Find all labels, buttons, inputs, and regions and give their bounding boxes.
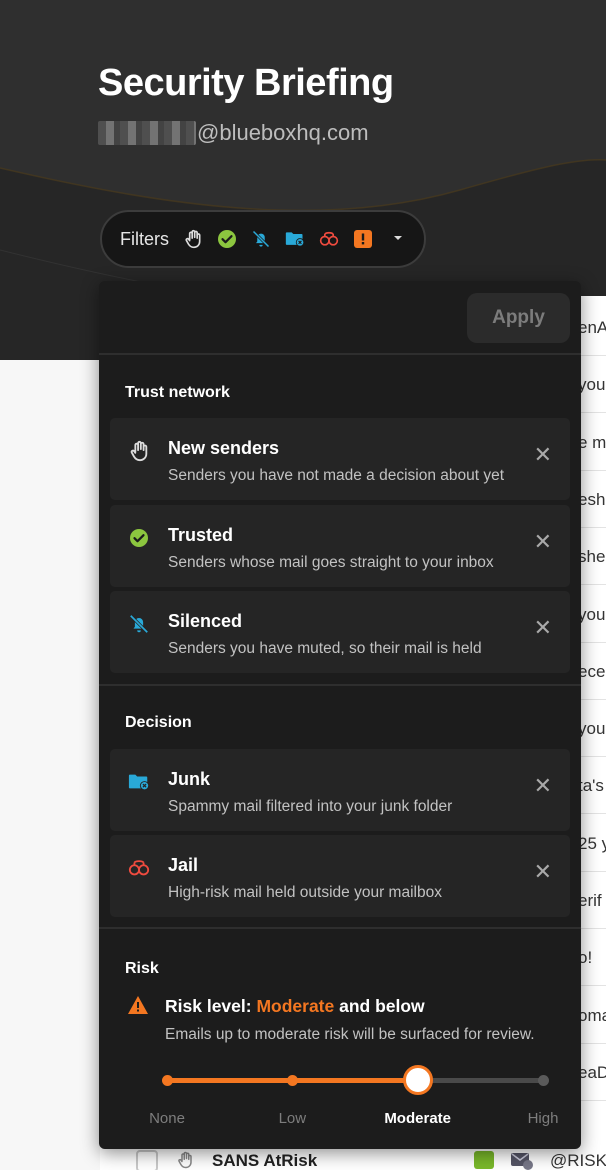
filter-item-title: Jail xyxy=(168,855,199,875)
risk-level-description: Emails up to moderate risk will be surfa… xyxy=(165,1026,535,1043)
row-divider xyxy=(578,985,606,986)
filter-item-trusted[interactable]: Trusted Senders whose mail goes straight… xyxy=(110,505,570,587)
email-domain: @blueboxhq.com xyxy=(197,120,369,145)
filter-item-title: Trusted xyxy=(168,525,234,545)
row-divider xyxy=(578,813,606,814)
list-item-snippet: ece xyxy=(578,662,606,681)
list-item-snippet: you xyxy=(578,375,606,394)
slider-label-none: None xyxy=(149,1110,185,1127)
risk-level-prefix: Risk level: xyxy=(165,996,257,1016)
row-divider xyxy=(578,871,606,872)
folder-x-icon xyxy=(285,229,305,249)
slider-stop-low[interactable] xyxy=(286,1075,298,1086)
filter-item-description: Spammy mail filtered into your junk fold… xyxy=(168,798,453,815)
row-divider xyxy=(578,756,606,757)
account-email: @blueboxhq.com xyxy=(98,120,369,146)
close-icon[interactable]: ✕ xyxy=(534,775,552,797)
filter-item-description: Senders you have not made a decision abo… xyxy=(168,467,505,484)
row-checkbox[interactable] xyxy=(136,1150,158,1170)
handcuffs-icon xyxy=(128,857,150,879)
list-item-snippet: you xyxy=(578,605,606,624)
filter-item-title: New senders xyxy=(168,438,280,458)
check-circle-icon xyxy=(128,527,150,549)
section-title-decision: Decision xyxy=(125,714,192,731)
download-icon[interactable] xyxy=(474,1151,494,1169)
divider xyxy=(99,684,581,686)
alert-square-icon xyxy=(353,229,373,249)
slider-stop-none[interactable] xyxy=(161,1075,173,1086)
close-icon[interactable]: ✕ xyxy=(534,861,552,883)
row-handle: @RISK xyxy=(550,1151,606,1170)
row-sender: SANS AtRisk xyxy=(212,1151,318,1170)
list-item-snippet: eaD xyxy=(578,1063,606,1082)
row-divider xyxy=(578,470,606,471)
filter-item-jail[interactable]: Jail High-risk mail held outside your ma… xyxy=(110,835,570,917)
redacted-email-user xyxy=(98,121,196,145)
section-title-trust-network: Trust network xyxy=(125,384,230,401)
row-divider xyxy=(578,584,606,585)
list-item-snippet: erif xyxy=(578,891,602,910)
wave-hand-icon xyxy=(178,1151,192,1169)
list-item-snippet: e mo xyxy=(578,433,606,452)
page-title: Security Briefing xyxy=(98,62,394,104)
slider-label-high: High xyxy=(527,1110,559,1127)
risk-level-heading: Risk level: Moderate and below xyxy=(165,996,425,1017)
row-divider xyxy=(578,355,606,356)
close-icon[interactable]: ✕ xyxy=(534,444,552,466)
filter-item-new-senders[interactable]: New senders Senders you have not made a … xyxy=(110,418,570,500)
close-icon[interactable]: ✕ xyxy=(534,617,552,639)
chevron-down-icon xyxy=(391,230,405,248)
list-item-snippet: 25 y xyxy=(578,834,606,853)
filters-label: Filters xyxy=(120,228,169,249)
handcuffs-icon xyxy=(319,229,339,249)
divider xyxy=(99,353,581,355)
check-circle-icon xyxy=(217,229,237,249)
slider-thumb[interactable] xyxy=(402,1065,433,1095)
bell-off-icon xyxy=(251,229,271,249)
row-divider xyxy=(578,527,606,528)
list-item-snippet: oma xyxy=(578,1006,606,1025)
risk-level-value: Moderate xyxy=(256,996,335,1016)
warning-triangle-icon xyxy=(128,996,148,1014)
filter-item-description: Senders whose mail goes straight to your… xyxy=(168,554,494,571)
slider-label-moderate: Moderate xyxy=(384,1110,451,1127)
wave-hand-icon xyxy=(183,229,203,249)
list-item-snippet: ta's xyxy=(578,776,604,795)
filter-item-silenced[interactable]: Silenced Senders you have muted, so thei… xyxy=(110,591,570,673)
divider xyxy=(99,927,581,929)
row-divider xyxy=(578,699,606,700)
slider-stop-high[interactable] xyxy=(537,1075,549,1086)
row-divider xyxy=(578,928,606,929)
list-item-snippet: esh xyxy=(578,490,606,509)
row-divider xyxy=(578,412,606,413)
list-item-snippet: she xyxy=(578,547,606,566)
filter-item-description: Senders you have muted, so their mail is… xyxy=(168,640,482,657)
wave-hand-icon xyxy=(128,440,150,462)
row-divider xyxy=(578,1100,606,1101)
filter-item-description: High-risk mail held outside your mailbox xyxy=(168,884,442,901)
filter-item-title: Junk xyxy=(168,769,211,789)
section-title-risk: Risk xyxy=(125,960,159,977)
mail-verified-icon[interactable] xyxy=(510,1152,534,1170)
filter-item-junk[interactable]: Junk Spammy mail filtered into your junk… xyxy=(110,749,570,831)
row-divider xyxy=(578,1043,606,1044)
filter-item-title: Silenced xyxy=(168,611,243,631)
list-item-snippet: you xyxy=(578,719,606,738)
folder-x-icon xyxy=(128,771,150,793)
filters-dropdown-panel: Apply Trust network New senders Senders … xyxy=(99,281,581,1149)
bell-off-icon xyxy=(128,613,150,635)
slider-label-low: Low xyxy=(278,1110,307,1127)
row-divider xyxy=(578,642,606,643)
list-item-snippet: enA xyxy=(578,318,606,337)
apply-button[interactable]: Apply xyxy=(467,293,570,343)
filters-dropdown-toggle[interactable]: Filters xyxy=(100,210,426,268)
risk-level-suffix: and below xyxy=(334,996,425,1016)
close-icon[interactable]: ✕ xyxy=(534,531,552,553)
